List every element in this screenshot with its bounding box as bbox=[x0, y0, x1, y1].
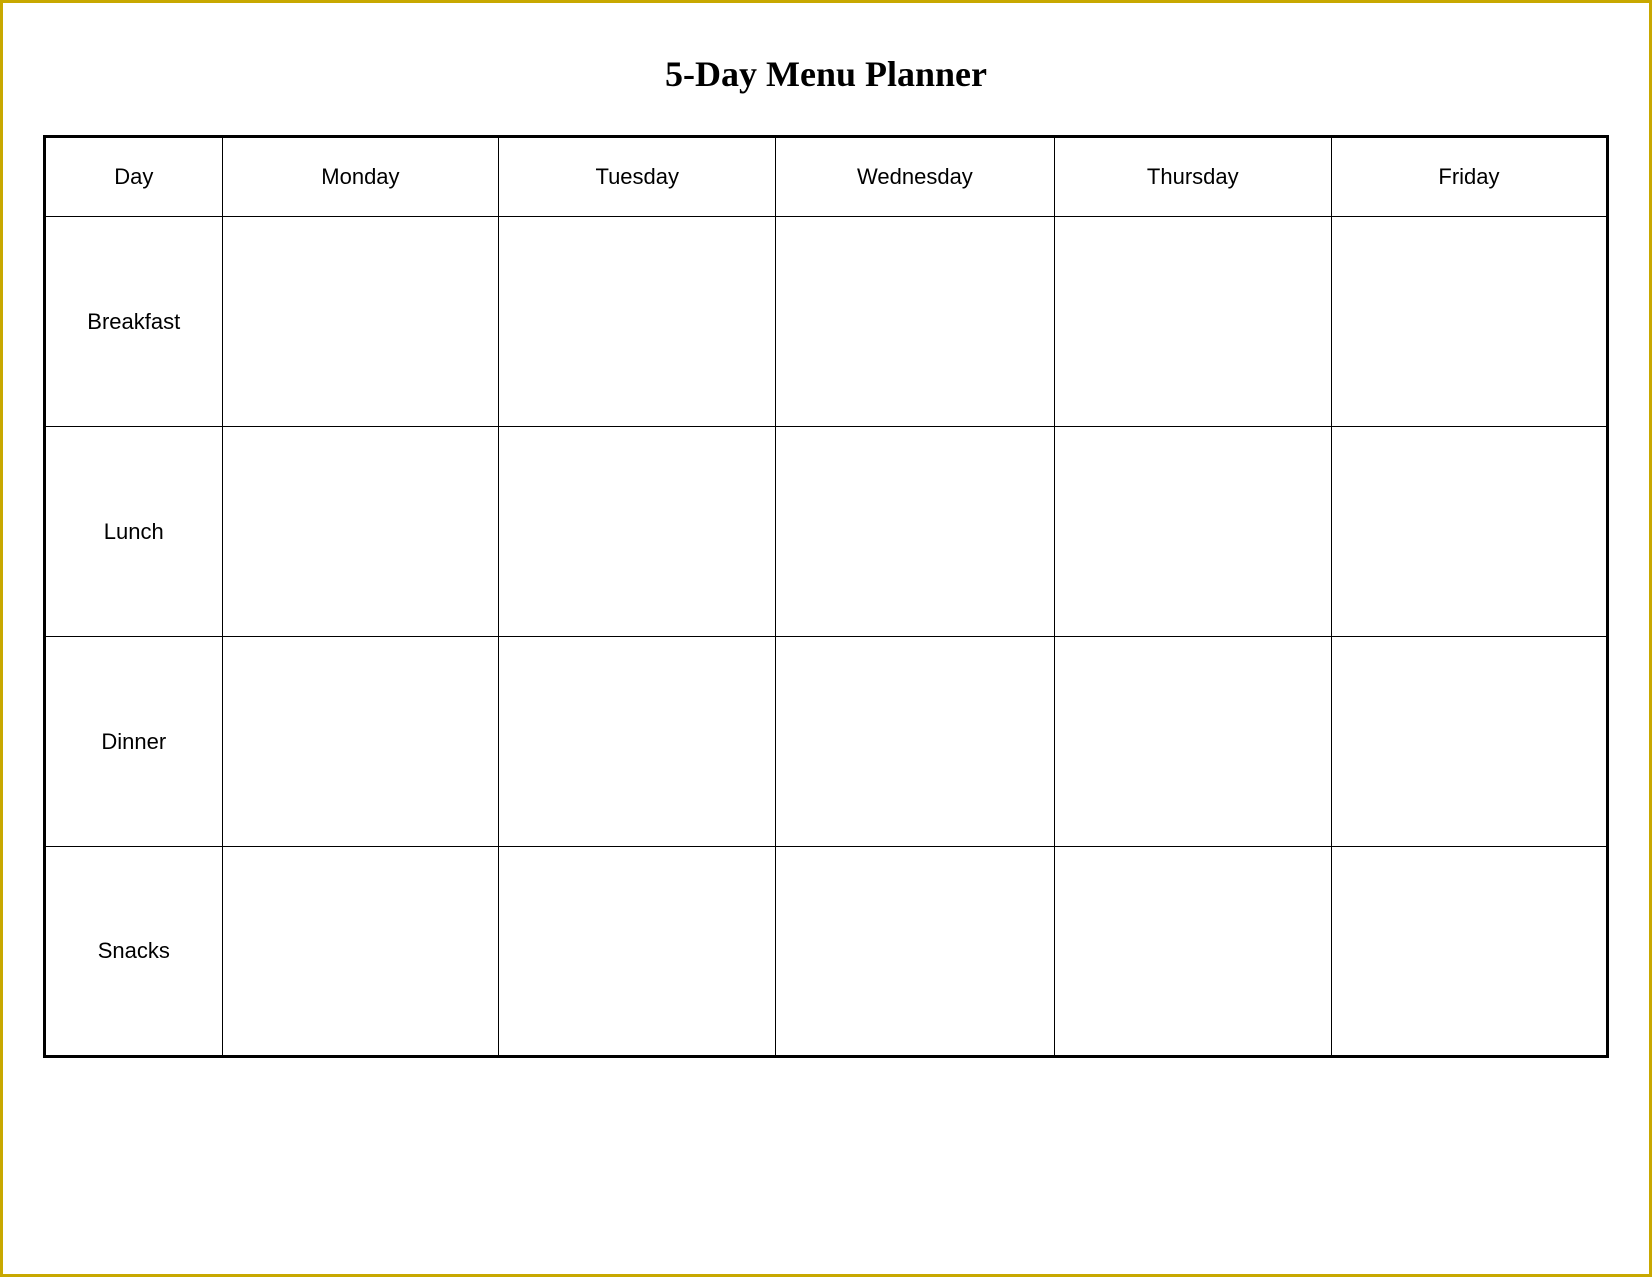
header-monday: Monday bbox=[222, 137, 499, 217]
cell-snacks-tuesday[interactable] bbox=[499, 847, 776, 1057]
cell-lunch-wednesday[interactable] bbox=[776, 427, 1054, 637]
label-dinner: Dinner bbox=[45, 637, 223, 847]
cell-breakfast-tuesday[interactable] bbox=[499, 217, 776, 427]
cell-lunch-thursday[interactable] bbox=[1054, 427, 1331, 637]
cell-snacks-thursday[interactable] bbox=[1054, 847, 1331, 1057]
cell-snacks-monday[interactable] bbox=[222, 847, 499, 1057]
table-row-snacks: Snacks bbox=[45, 847, 1608, 1057]
table-row-lunch: Lunch bbox=[45, 427, 1608, 637]
label-breakfast: Breakfast bbox=[45, 217, 223, 427]
cell-breakfast-thursday[interactable] bbox=[1054, 217, 1331, 427]
header-row: Day Monday Tuesday Wednesday Thursday Fr… bbox=[45, 137, 1608, 217]
header-friday: Friday bbox=[1331, 137, 1607, 217]
cell-breakfast-wednesday[interactable] bbox=[776, 217, 1054, 427]
header-thursday: Thursday bbox=[1054, 137, 1331, 217]
cell-lunch-monday[interactable] bbox=[222, 427, 499, 637]
menu-planner-table: Day Monday Tuesday Wednesday Thursday Fr… bbox=[43, 135, 1609, 1058]
cell-dinner-friday[interactable] bbox=[1331, 637, 1607, 847]
table-row-breakfast: Breakfast bbox=[45, 217, 1608, 427]
cell-lunch-tuesday[interactable] bbox=[499, 427, 776, 637]
label-lunch: Lunch bbox=[45, 427, 223, 637]
page-title: 5-Day Menu Planner bbox=[665, 53, 987, 95]
cell-snacks-wednesday[interactable] bbox=[776, 847, 1054, 1057]
cell-breakfast-friday[interactable] bbox=[1331, 217, 1607, 427]
label-snacks: Snacks bbox=[45, 847, 223, 1057]
cell-dinner-tuesday[interactable] bbox=[499, 637, 776, 847]
cell-snacks-friday[interactable] bbox=[1331, 847, 1607, 1057]
cell-dinner-wednesday[interactable] bbox=[776, 637, 1054, 847]
cell-dinner-thursday[interactable] bbox=[1054, 637, 1331, 847]
header-wednesday: Wednesday bbox=[776, 137, 1054, 217]
header-day: Day bbox=[45, 137, 223, 217]
cell-breakfast-monday[interactable] bbox=[222, 217, 499, 427]
header-tuesday: Tuesday bbox=[499, 137, 776, 217]
cell-lunch-friday[interactable] bbox=[1331, 427, 1607, 637]
cell-dinner-monday[interactable] bbox=[222, 637, 499, 847]
table-row-dinner: Dinner bbox=[45, 637, 1608, 847]
